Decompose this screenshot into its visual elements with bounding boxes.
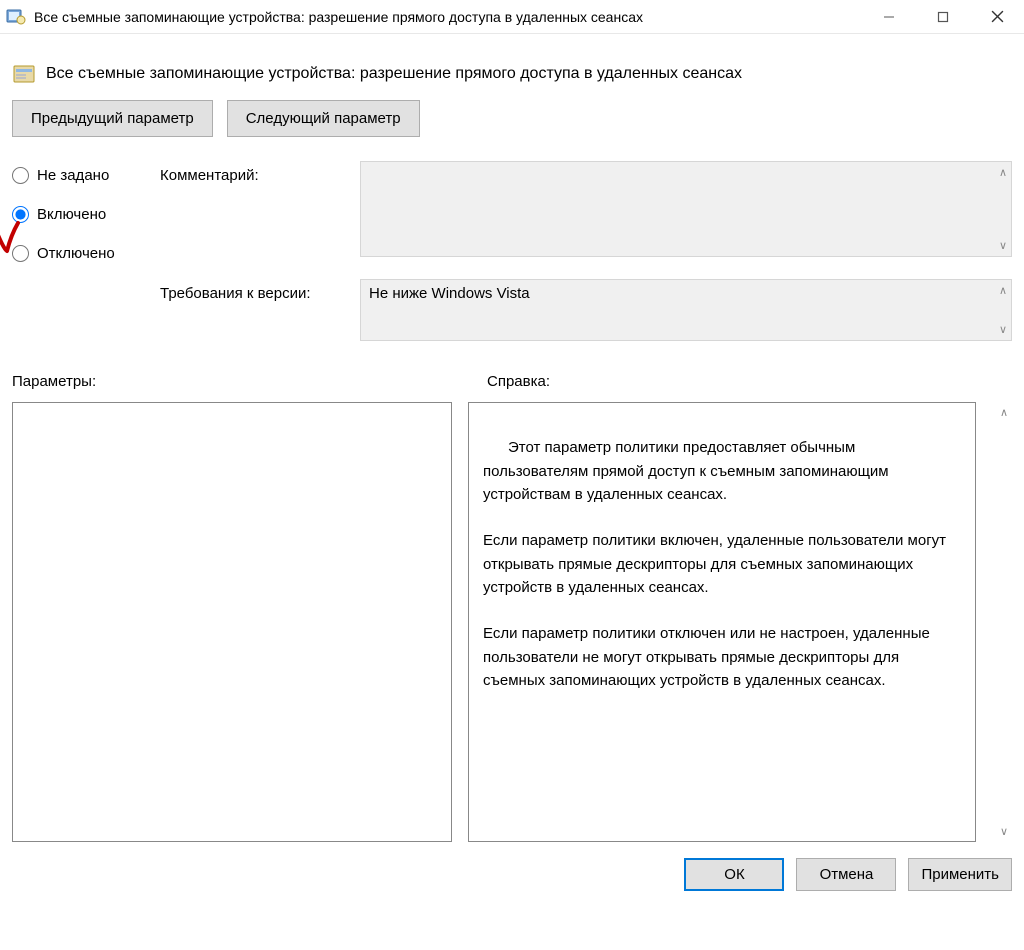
nav-buttons: Предыдущий параметр Следующий параметр [12, 100, 1012, 137]
radio-enabled-label: Включено [37, 206, 106, 223]
maximize-button[interactable] [916, 0, 970, 34]
help-scrollbar[interactable]: ∧ ∨ [992, 402, 1010, 842]
policy-window-icon [6, 7, 26, 27]
supported-textbox: Не ниже Windows Vista ∧ ∨ [360, 279, 1012, 341]
scroll-up-icon[interactable]: ∧ [1000, 406, 1008, 419]
options-label: Параметры: [12, 373, 467, 390]
scroll-up-icon[interactable]: ∧ [999, 284, 1007, 297]
radio-disabled-input[interactable] [12, 245, 29, 262]
previous-setting-button[interactable]: Предыдущий параметр [12, 100, 213, 137]
options-panel[interactable] [12, 402, 452, 842]
comment-label: Комментарий: [160, 161, 360, 184]
next-setting-button[interactable]: Следующий параметр [227, 100, 420, 137]
window-controls [862, 0, 1024, 34]
radio-disabled-label: Отключено [37, 245, 115, 262]
comment-textbox[interactable]: ∧ ∨ [360, 161, 1012, 257]
policy-heading-row: Все съемные запоминающие устройства: раз… [12, 62, 1012, 86]
radio-not-configured-label: Не задано [37, 167, 109, 184]
supported-value: Не ниже Windows Vista [369, 285, 530, 302]
radio-not-configured-input[interactable] [12, 167, 29, 184]
supported-label: Требования к версии: [160, 279, 360, 302]
scroll-up-icon[interactable]: ∧ [999, 166, 1007, 179]
cancel-button[interactable]: Отмена [796, 858, 896, 891]
help-text: Этот параметр политики предоставляет обы… [483, 439, 950, 689]
policy-state-section: Не задано Включено Отключено Комментарий… [12, 161, 1012, 341]
lower-labels: Параметры: Справка: [12, 373, 1012, 390]
state-radio-group: Не задано Включено Отключено [12, 161, 160, 262]
scroll-down-icon[interactable]: ∨ [999, 239, 1007, 252]
radio-enabled[interactable]: Включено [12, 206, 160, 223]
title-bar: Все съемные запоминающие устройства: раз… [0, 0, 1024, 34]
policy-heading: Все съемные запоминающие устройства: раз… [46, 65, 742, 83]
close-button[interactable] [970, 0, 1024, 34]
apply-button[interactable]: Применить [908, 858, 1012, 891]
radio-disabled[interactable]: Отключено [12, 245, 160, 262]
minimize-button[interactable] [862, 0, 916, 34]
panels-section: Этот параметр политики предоставляет обы… [12, 402, 1012, 842]
scroll-down-icon[interactable]: ∨ [1000, 825, 1008, 838]
help-label: Справка: [487, 373, 1012, 390]
radio-enabled-input[interactable] [12, 206, 29, 223]
policy-heading-icon [12, 62, 36, 86]
radio-not-configured[interactable]: Не задано [12, 167, 160, 184]
ok-button[interactable]: ОК [684, 858, 784, 891]
help-panel[interactable]: Этот параметр политики предоставляет обы… [468, 402, 976, 842]
scroll-down-icon[interactable]: ∨ [999, 323, 1007, 336]
footer-buttons: ОК Отмена Применить [0, 842, 1024, 907]
window-title: Все съемные запоминающие устройства: раз… [34, 9, 862, 25]
